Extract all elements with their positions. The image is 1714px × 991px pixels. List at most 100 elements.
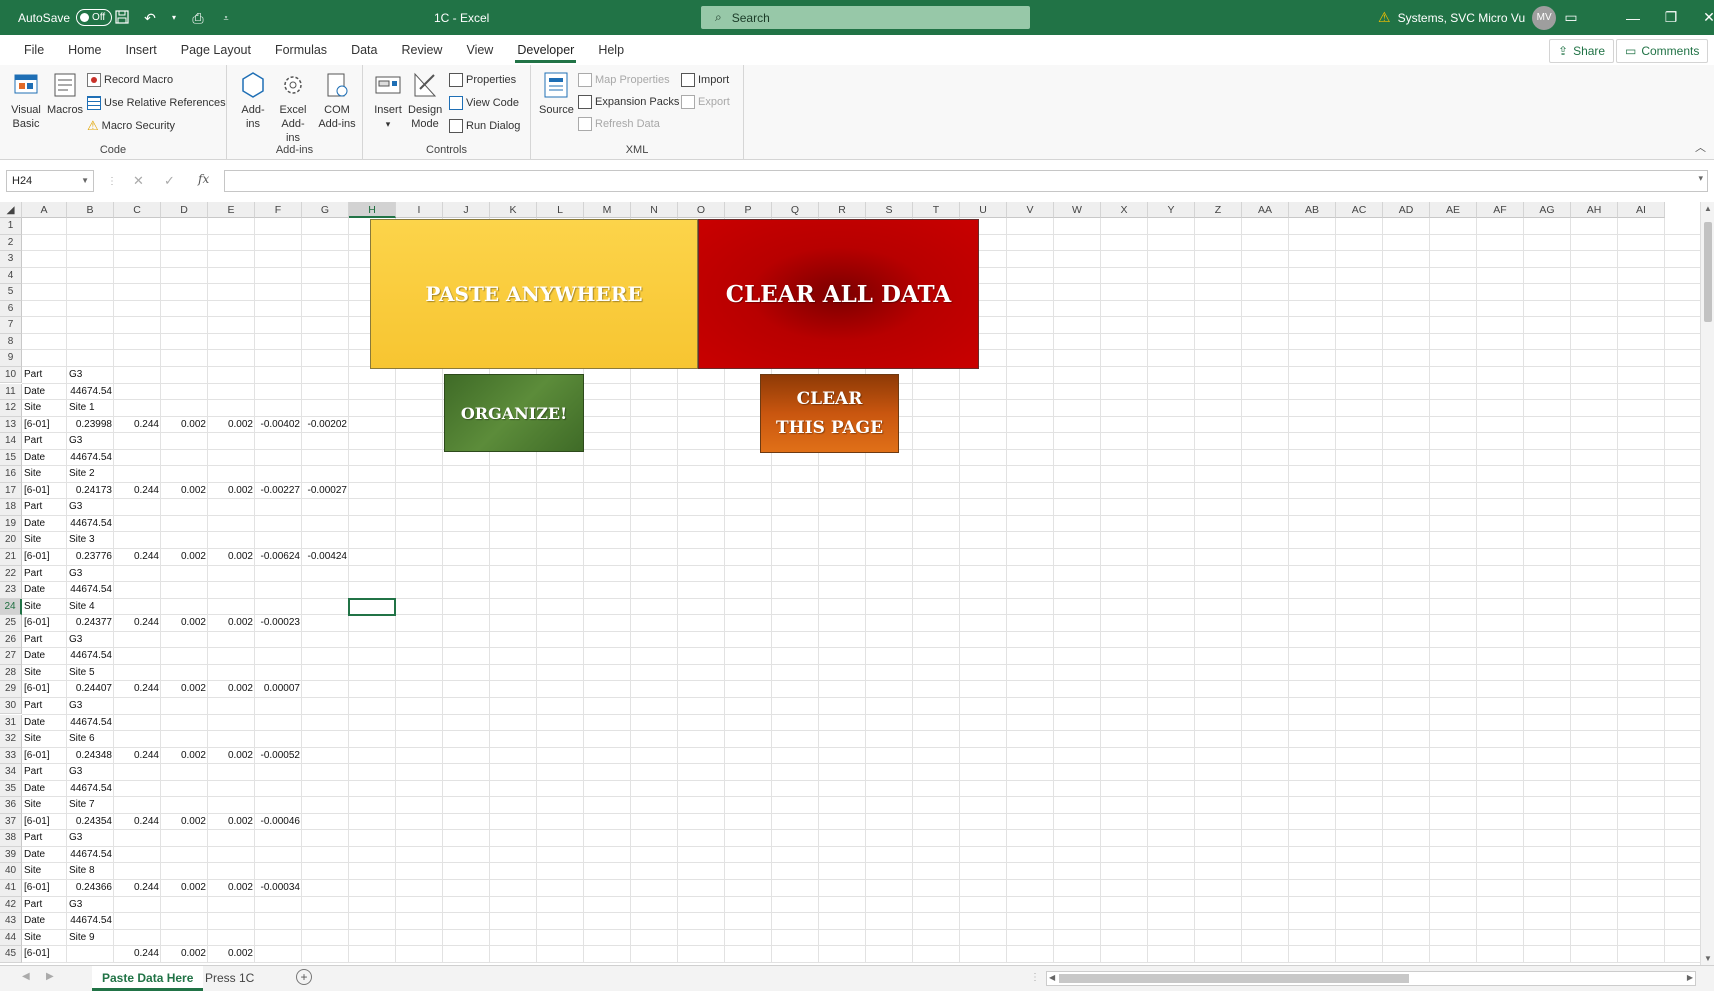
cell[interactable]: Part [22,566,67,583]
column-header[interactable]: J [443,202,490,218]
column-header[interactable]: H [349,202,396,218]
cell[interactable]: Part [22,897,67,914]
row-header[interactable]: 9 [0,350,22,367]
cell[interactable]: Site 1 [67,400,114,417]
cell[interactable]: 44674.54 [67,648,114,665]
import-button[interactable]: Import [681,70,729,90]
organize-button[interactable]: ORGANIZE! [444,374,584,452]
cell[interactable]: Part [22,830,67,847]
column-header[interactable]: Y [1148,202,1195,218]
cell[interactable]: Part [22,632,67,649]
row-header[interactable]: 34 [0,764,22,781]
search-box[interactable]: ⌕ Search [701,6,1030,29]
row-header[interactable]: 5 [0,284,22,301]
tab-view[interactable]: View [454,35,505,65]
row-header[interactable]: 11 [0,383,22,401]
cell[interactable]: Site 4 [67,599,114,616]
cell[interactable]: Site 5 [67,665,114,682]
cell[interactable]: Site [22,797,67,814]
column-header[interactable]: S [866,202,913,218]
autosave-toggle[interactable]: Off [76,9,113,26]
cell[interactable]: Date [22,648,67,665]
com-add-ins-button[interactable]: COM Add-ins [315,69,359,131]
cell[interactable]: 44674.54 [67,450,114,467]
column-header[interactable]: AB [1289,202,1336,218]
row-header[interactable]: 43 [0,913,22,930]
row-header[interactable]: 38 [0,830,22,847]
row-header[interactable]: 16 [0,466,22,483]
cell[interactable]: 0.24173 [67,483,114,500]
row-header[interactable]: 41 [0,880,22,897]
cell[interactable]: Site [22,930,67,947]
cell[interactable]: 44674.54 [67,516,114,533]
column-header[interactable]: O [678,202,725,218]
cell[interactable]: Site [22,400,67,417]
cell[interactable]: Site [22,665,67,682]
sheet-tab[interactable]: Press 1C [195,966,264,991]
row-header[interactable]: 12 [0,400,22,417]
cell[interactable]: 0.244 [114,681,161,698]
row-header[interactable]: 32 [0,731,22,748]
cell[interactable]: 0.002 [161,615,208,632]
undo-icon[interactable]: ↶ [142,10,158,26]
ribbon-display-options-icon[interactable]: ▭ [1552,9,1590,26]
scroll-up-icon[interactable]: ▲ [1704,204,1712,213]
cell[interactable]: [6-01] [22,748,67,765]
comments-button[interactable]: ▭ Comments [1616,39,1709,63]
cell[interactable]: -0.00052 [255,748,302,765]
cell[interactable]: G3 [67,632,114,649]
source-button[interactable]: Source [539,69,574,117]
cell[interactable]: G3 [67,433,114,450]
view-code-button[interactable]: View Code [449,93,519,113]
cell[interactable]: 0.002 [208,946,255,963]
excel-add-ins-button[interactable]: Excel Add-ins [273,69,313,145]
restore-icon[interactable]: ❐ [1652,9,1690,26]
tab-file[interactable]: File [12,35,56,65]
column-header[interactable]: L [537,202,584,218]
cell[interactable]: 0.002 [161,417,208,434]
row-header[interactable]: 37 [0,813,22,831]
cell[interactable]: Date [22,384,67,401]
cell[interactable]: G3 [67,897,114,914]
worksheet-grid[interactable]: ◢ A B C D E F G H I J K L M N O P Q R S T U V W X Y Z AA AB AC AD AE AF… [0,202,1700,963]
use-relative-references-button[interactable]: Use Relative References [87,93,226,113]
row-header[interactable]: 1 [0,218,22,235]
cell[interactable]: 0.002 [161,483,208,500]
column-header[interactable]: AG [1524,202,1571,218]
visual-basic-button[interactable]: Visual Basic [6,69,46,131]
row-header[interactable]: 44 [0,929,22,947]
clear-all-data-button[interactable]: CLEAR ALL DATA [698,219,979,369]
row-header[interactable]: 6 [0,300,22,318]
cell[interactable]: Site 7 [67,797,114,814]
expansion-packs-button[interactable]: Expansion Packs [578,92,679,112]
row-header[interactable]: 20 [0,532,22,549]
row-header[interactable]: 18 [0,499,22,516]
cell[interactable]: 0.23998 [67,417,114,434]
column-header[interactable]: I [396,202,443,218]
column-header[interactable]: B [67,202,114,218]
column-header[interactable]: AF [1477,202,1524,218]
vertical-scrollbar[interactable]: ▲ ▼ [1700,202,1714,965]
cell[interactable]: 0.002 [208,880,255,897]
cell[interactable]: 0.24407 [67,681,114,698]
cell[interactable]: 0.24377 [67,615,114,632]
row-header[interactable]: 4 [0,267,22,285]
column-header[interactable]: V [1007,202,1054,218]
row-header[interactable]: 42 [0,896,22,914]
column-header[interactable]: D [161,202,208,218]
tab-developer[interactable]: Developer [505,35,586,65]
cell[interactable]: 0.002 [161,681,208,698]
tab-data[interactable]: Data [339,35,389,65]
row-header[interactable]: 22 [0,565,22,583]
vertical-scroll-thumb[interactable] [1704,222,1712,322]
macros-button[interactable]: Macros [47,69,83,117]
insert-control-button[interactable]: Insert ▾ [371,69,405,131]
collapse-ribbon-icon[interactable]: ︿ [1695,139,1706,155]
row-header[interactable]: 2 [0,234,22,252]
row-header[interactable]: 29 [0,681,22,698]
cell[interactable]: -0.00227 [255,483,302,500]
cell[interactable]: 0.002 [208,681,255,698]
row-header[interactable]: 39 [0,846,22,864]
cell[interactable]: Date [22,582,67,599]
cell[interactable]: Site 6 [67,731,114,748]
